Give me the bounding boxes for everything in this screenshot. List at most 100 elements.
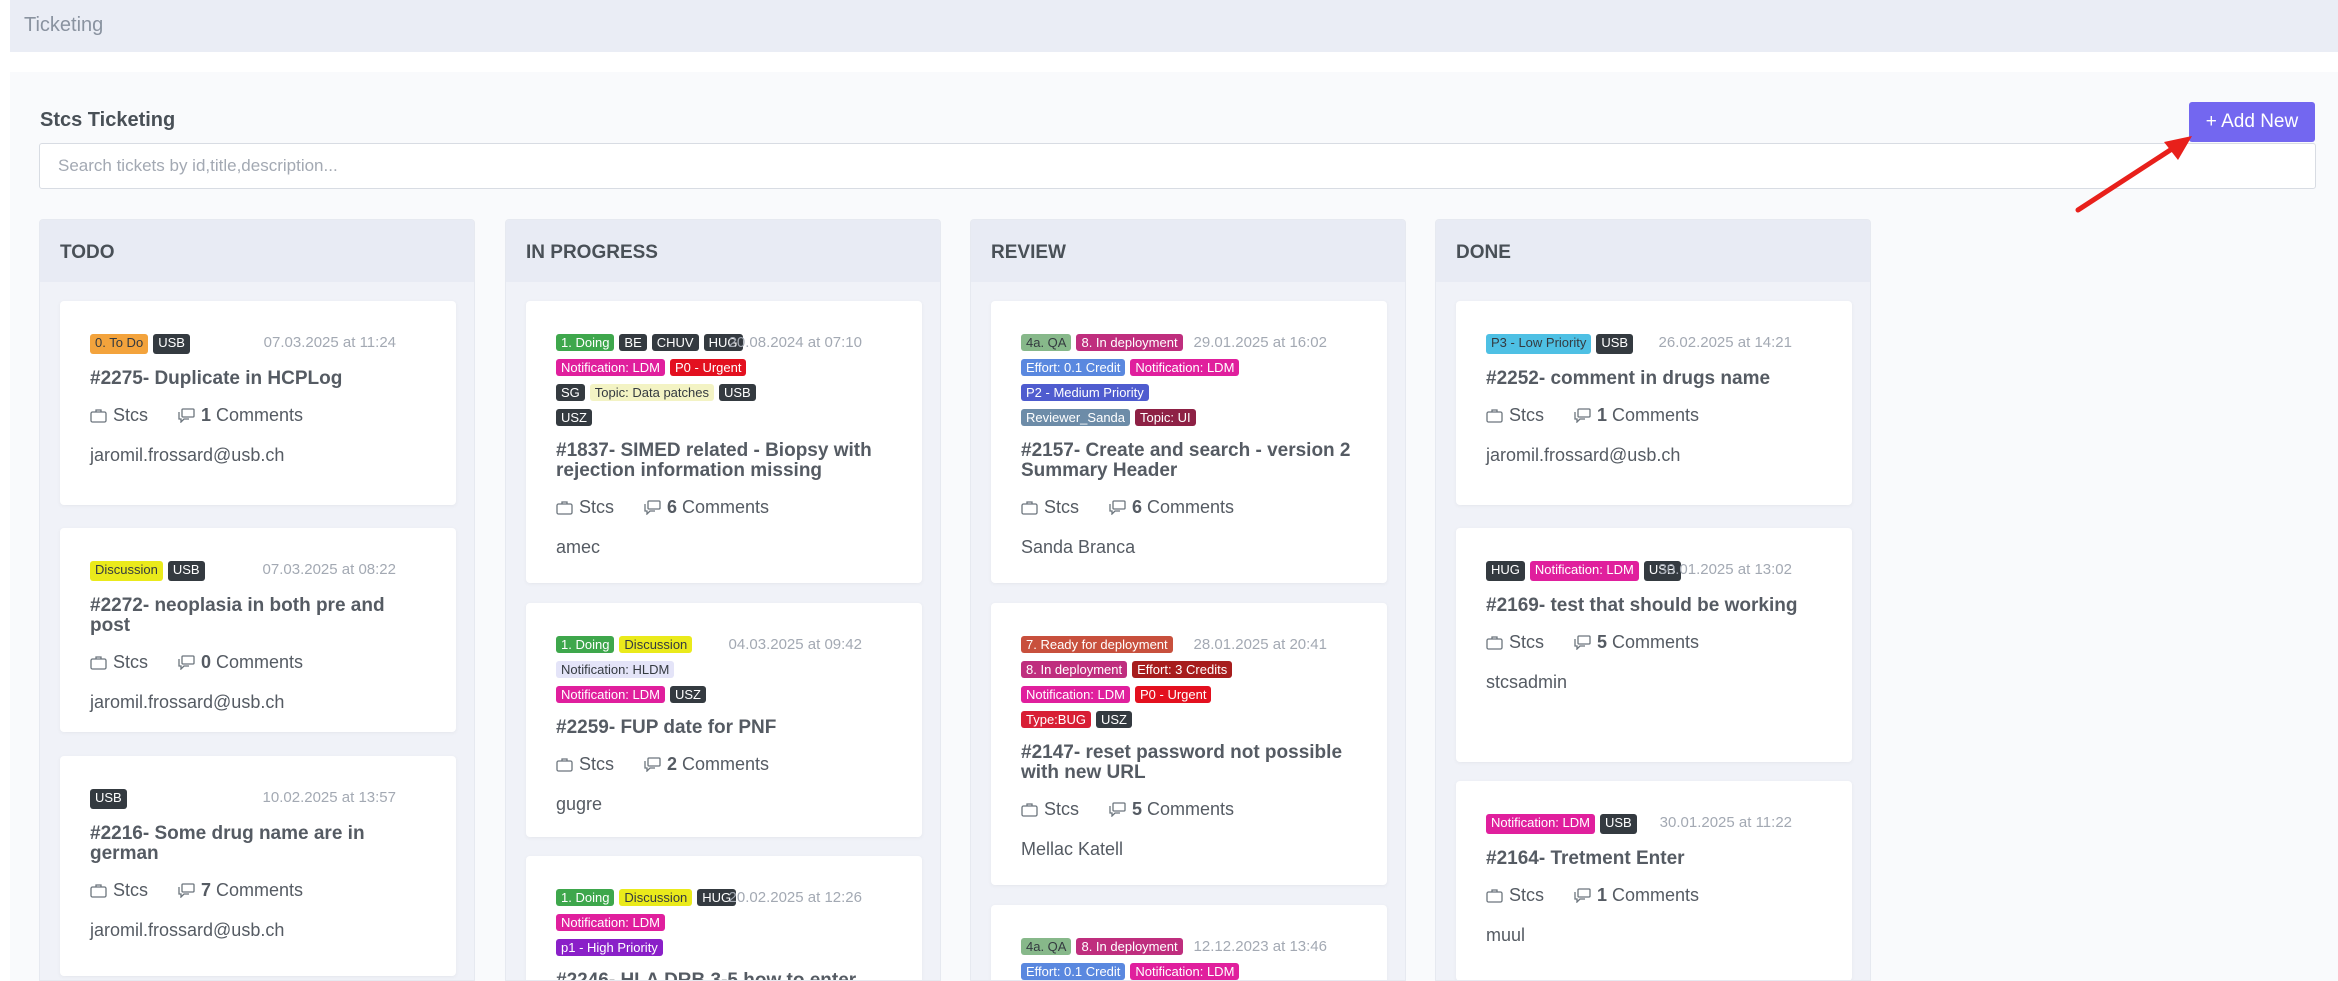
ticket-date: 12.12.2023 at 13:46 [1193,938,1327,955]
ticket-card[interactable]: 10.02.2025 at 13:57 USB #2216- Some drug n… [60,756,456,976]
project-label: Stcs [1509,632,1545,652]
ticket-title[interactable]: #2157- Create and search - version 2 Sum… [1021,441,1357,481]
ticket-tag[interactable]: Effort: 0.1 Credit [1021,963,1126,980]
comments-label: Comments [216,880,304,900]
ticket-tag[interactable]: 1. Doing [556,636,615,653]
ticket-tag[interactable]: USZ [669,686,706,703]
comments-icon [1574,888,1591,903]
ticket-tag[interactable]: 8. In deployment [1076,938,1183,955]
ticket-title[interactable]: #2246- HLA DRB 3-5 how to enter when no … [556,971,892,981]
ticket-tag[interactable]: USZ [1095,711,1132,728]
ticket-title[interactable]: #2147- reset password not possible with … [1021,743,1357,783]
ticket-tag[interactable]: 7. Ready for deployment [1021,636,1173,653]
ticket-title[interactable]: #2259- FUP date for PNF [556,718,892,738]
ticket-card[interactable]: 07.03.2025 at 08:22 Discussion USB #2272- n… [60,528,456,732]
ticket-card[interactable]: 30.01.2025 at 11:22 Notification: LDM USB #… [1456,781,1852,980]
ticket-assignee: Mellac Katell [1021,839,1124,859]
ticket-tag[interactable]: p1 - High Priority [556,939,663,956]
ticket-tag[interactable]: 1. Doing [556,334,615,351]
breadcrumb: Ticketing [24,14,104,36]
ticket-title[interactable]: #2216- Some drug name are in german [90,824,426,864]
ticket-assignee: jaromil.frossard@usb.ch [90,445,285,465]
ticket-title[interactable]: #2169- test that should be working [1486,596,1822,616]
ticket-card[interactable]: 30.01.2025 at 13:02 HUG Notification: LDM U… [1456,528,1852,762]
ticket-tag[interactable]: Topic: UI [1135,409,1196,426]
ticket-card[interactable]: 29.01.2025 at 16:02 4a. QA 8. In deploymen… [991,301,1387,583]
ticket-card[interactable]: 20.08.2024 at 07:10 1. Doing BE CHUV HUG Noti… [526,301,922,583]
briefcase-icon [1486,409,1503,423]
add-new-button[interactable]: + Add New [2189,102,2315,142]
ticket-tag[interactable]: USB [153,334,190,354]
ticket-tag[interactable]: SG [556,384,585,401]
ticket-tag[interactable]: 1. Doing [556,889,615,906]
ticket-tag[interactable]: BE [619,334,647,351]
ticket-tag[interactable]: 8. In deployment [1076,334,1183,351]
ticket-title[interactable]: #2164- Tretment Enter [1486,849,1822,869]
ticket-date: 10.02.2025 at 13:57 [262,789,396,806]
ticket-card[interactable]: 04.03.2025 at 09:42 1. Doing Discussion Not… [526,603,922,837]
ticket-meta: Stcs 7 Comments [90,880,426,901]
comments-icon [644,500,661,515]
ticket-tag[interactable]: Notification: LDM [1021,686,1130,703]
ticket-tag[interactable]: Topic: Data patches [589,384,714,401]
ticket-tag[interactable]: Notification: HLDM [556,661,675,678]
ticket-tag[interactable]: USB [1599,814,1637,834]
ticket-tag[interactable]: Notification: LDM [556,914,665,931]
ticket-tag[interactable]: 0. To Do [90,334,149,354]
comment-count: 1 [201,405,212,425]
ticket-card[interactable]: 07.03.2025 at 11:24 0. To Do USB #2275- Dup… [60,301,456,505]
ticket-date: 20.08.2024 at 07:10 [728,334,862,351]
comments-icon [178,408,195,423]
ticket-tag[interactable]: P0 - Urgent [1134,686,1212,703]
ticket-tag[interactable]: USB [718,384,756,401]
comments-icon [644,757,661,772]
ticket-title[interactable]: #2252- comment in drugs name [1486,369,1822,389]
ticket-tag[interactable]: Notification: LDM [1130,359,1240,376]
ticket-tag[interactable]: USB [1596,334,1634,354]
ticket-tag[interactable]: Effort: 3 Credits [1132,661,1233,678]
ticket-title[interactable]: #2272- neoplasia in both pre and post [90,596,426,636]
comments-label: Comments [1612,885,1700,905]
ticket-tag[interactable]: Discussion [619,889,693,906]
ticket-tag[interactable]: Notification: LDM [556,686,665,703]
ticket-tag[interactable]: Reviewer_Sanda [1021,409,1131,426]
ticket-tag[interactable]: Effort: 0.1 Credit [1021,359,1126,376]
briefcase-icon [1021,803,1038,817]
ticket-tag[interactable]: P3 - Low Priority [1486,334,1592,354]
ticket-tag[interactable]: Discussion [619,636,693,653]
ticket-tag[interactable]: USB [90,789,127,809]
ticket-date: 20.02.2025 at 12:26 [728,889,862,906]
ticket-tag[interactable]: 4a. QA [1021,334,1072,351]
ticket-tag[interactable]: Notification: LDM [1529,561,1639,581]
top-bar: Ticketing [10,0,2338,52]
ticket-tag[interactable]: P0 - Urgent [669,359,747,376]
ticket-card[interactable]: 26.02.2025 at 14:21 P3 - Low Priority USB #… [1456,301,1852,505]
ticket-title[interactable]: #1837- SIMED related - Biopsy with rejec… [556,441,892,481]
ticket-tag[interactable]: 4a. QA [1021,938,1072,955]
ticket-date: 04.03.2025 at 09:42 [728,636,862,653]
ticket-tag[interactable]: Notification: LDM [1130,963,1240,980]
ticket-meta: Stcs 5 Comments [1021,799,1357,820]
ticket-assignee: jaromil.frossard@usb.ch [90,692,285,712]
ticket-tag[interactable]: Notification: LDM [1486,814,1595,834]
ticket-tag[interactable]: HUG [1486,561,1525,581]
ticket-title[interactable]: #2275- Duplicate in HCPLog [90,369,426,389]
search-input[interactable] [39,143,2316,189]
comments-label: Comments [682,754,770,774]
comments-label: Comments [1147,497,1235,517]
ticket-tag[interactable]: Notification: LDM [556,359,665,376]
ticket-tag[interactable]: P2 - Medium Priority [1021,384,1149,401]
ticket-tag[interactable]: 8. In deployment [1021,661,1128,678]
ticket-meta: Stcs 5 Comments [1486,632,1822,653]
ticket-card[interactable]: 20.02.2025 at 12:26 1. Doing Discussion HUG… [526,856,922,981]
ticket-meta: Stcs 1 Comments [90,405,426,426]
ticket-tag[interactable]: CHUV [651,334,699,351]
ticket-card[interactable]: 28.01.2025 at 20:41 7. Ready for deployme… [991,603,1387,885]
ticket-tag[interactable]: Type:BUG [1021,711,1091,728]
comments-label: Comments [1612,405,1700,425]
column-title: TODO [40,220,474,282]
ticket-tag[interactable]: USZ [556,409,592,426]
ticket-tag[interactable]: USB [167,561,205,581]
ticket-tag[interactable]: Discussion [90,561,163,581]
ticket-card[interactable]: 12.12.2023 at 13:46 4a. QA 8. In deploymen… [991,905,1387,980]
